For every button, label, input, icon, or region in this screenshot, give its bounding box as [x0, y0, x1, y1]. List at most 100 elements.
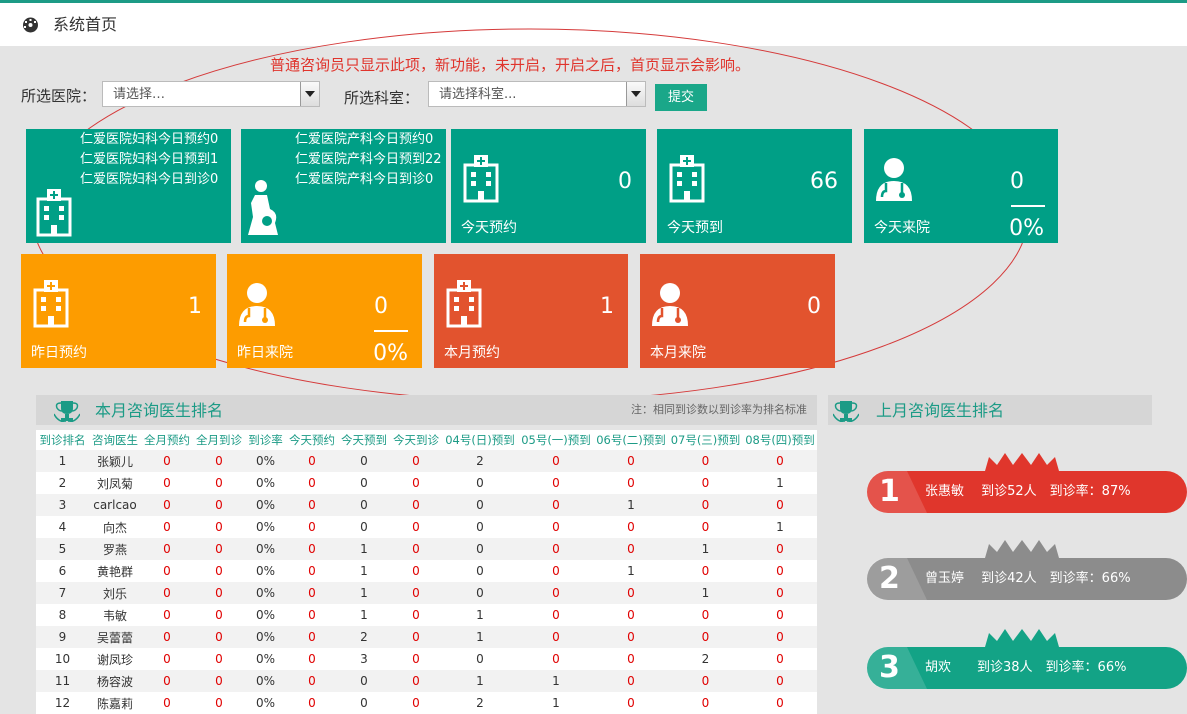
column-header: 全月预约 [141, 430, 193, 450]
tile-today-expected[interactable]: 66 今天预到 [657, 129, 852, 243]
table-cell: 0 [286, 538, 338, 560]
column-header: 咨询医生 [89, 430, 141, 450]
table-cell: 0 [193, 582, 245, 604]
table-cell: 0 [594, 516, 668, 538]
chevron-down-icon[interactable] [626, 82, 645, 106]
hospital-icon [669, 155, 705, 203]
table-cell: 0 [286, 494, 338, 516]
table-row[interactable]: 2 刘凤菊 0 0 0% 0 0 0 0 0 0 0 1 [36, 472, 817, 494]
last-rank-item-1[interactable]: 1 张惠敏 到诊52人 到诊率：87% [867, 471, 1187, 513]
tile-month-booked[interactable]: 1 本月预约 [434, 254, 628, 368]
table-cell: 11 [36, 670, 89, 692]
table-cell: 0% [245, 604, 286, 626]
table-cell: 0 [442, 560, 518, 582]
month-rank-title: 本月咨询医生排名 [95, 401, 224, 420]
table-cell: 0% [245, 692, 286, 714]
last-rank-item-3[interactable]: 3 胡欢 到诊38人 到诊率：66% [867, 647, 1187, 689]
table-cell: 0 [442, 472, 518, 494]
table-row[interactable]: 3 carlcao 0 0 0% 0 0 0 0 0 1 0 0 [36, 494, 817, 516]
submit-button[interactable]: 提交 [655, 84, 707, 111]
last-rank-title: 上月咨询医生排名 [876, 401, 1005, 420]
table-row[interactable]: 7 刘乐 0 0 0% 0 1 0 0 0 0 1 0 [36, 582, 817, 604]
table-cell: 0 [286, 670, 338, 692]
tile-gyn-today[interactable]: 仁爱医院妇科今日预约0 仁爱医院妇科今日预到1 仁爱医院妇科今日到诊0 [26, 129, 231, 243]
table-cell: 陈嘉莉 [89, 692, 141, 714]
table-cell: 0 [743, 560, 817, 582]
today-expected-value: 66 [810, 169, 838, 194]
tile-today-booked[interactable]: 0 今天预约 [451, 129, 646, 243]
yesterday-arrived-value: 0 [374, 294, 388, 319]
chevron-down-icon[interactable] [300, 82, 319, 106]
doctor-icon [876, 158, 912, 201]
table-cell: 0 [594, 604, 668, 626]
month-rank-note: 注：相同到诊数以到诊率为排名标准 [631, 403, 807, 416]
table-cell: 0% [245, 472, 286, 494]
hospital-select[interactable]: 请选择… [102, 81, 320, 107]
tile-month-arrived[interactable]: 0 本月来院 [640, 254, 835, 368]
table-row[interactable]: 11 杨容波 0 0 0% 0 0 0 1 1 0 0 0 [36, 670, 817, 692]
table-cell: 1 [518, 670, 594, 692]
gyn-line-1: 仁爱医院妇科今日预约0 [80, 132, 219, 147]
month-booked-value: 1 [600, 294, 614, 319]
table-cell: 0% [245, 516, 286, 538]
table-cell: 0 [286, 472, 338, 494]
notice-text: 普通咨询员只显示此项，新功能，未开启，开启之后，首页显示会影响。 [270, 56, 751, 74]
table-row[interactable]: 5 罗燕 0 0 0% 0 1 0 0 0 0 1 0 [36, 538, 817, 560]
yesterday-arrived-label: 昨日来院 [237, 345, 293, 361]
rank-text: 曾玉婷 到诊42人 到诊率：66% [925, 571, 1131, 586]
crown-icon [985, 540, 1059, 558]
table-cell: 3 [36, 494, 89, 516]
tile-yesterday-booked[interactable]: 1 昨日预约 [21, 254, 216, 368]
table-cell: 0 [141, 538, 193, 560]
doctor-icon [652, 283, 688, 326]
table-cell: 0% [245, 670, 286, 692]
table-cell: 0 [141, 516, 193, 538]
table-cell: 0 [743, 626, 817, 648]
last-rank-item-2[interactable]: 2 曾玉婷 到诊42人 到诊率：66% [867, 558, 1187, 600]
hospital-icon [36, 189, 72, 237]
table-cell: 黄艳群 [89, 560, 141, 582]
tile-today-arrived[interactable]: 0 0% 今天来院 [864, 129, 1058, 243]
divider [1011, 205, 1045, 207]
table-cell: 0 [668, 516, 743, 538]
table-cell: 0 [594, 450, 668, 472]
table-row[interactable]: 12 陈嘉莉 0 0 0% 0 0 0 2 1 0 0 0 [36, 692, 817, 714]
table-cell: 0% [245, 538, 286, 560]
tile-obs-today[interactable]: 仁爱医院产科今日预约0 仁爱医院产科今日预到22 仁爱医院产科今日到诊0 [241, 129, 446, 243]
table-cell: 1 [668, 538, 743, 560]
table-row[interactable]: 8 韦敏 0 0 0% 0 1 0 1 0 0 0 0 [36, 604, 817, 626]
obs-line-3: 仁爱医院产科今日到诊0 [295, 172, 434, 187]
dept-select[interactable]: 请选择科室... [428, 81, 646, 107]
table-cell: 0 [594, 582, 668, 604]
last-rank-header: 上月咨询医生排名 [828, 395, 1152, 425]
month-arrived-value: 0 [807, 294, 821, 319]
table-cell: 1 [518, 692, 594, 714]
today-arrived-pct: 0% [1009, 216, 1044, 241]
table-cell: 0 [518, 516, 594, 538]
table-cell: 2 [668, 648, 743, 670]
table-row[interactable]: 6 黄艳群 0 0 0% 0 1 0 0 0 1 0 0 [36, 560, 817, 582]
gyn-line-2: 仁爱医院妇科今日预到1 [80, 152, 219, 167]
table-cell: carlcao [89, 494, 141, 516]
table-cell: 2 [442, 692, 518, 714]
table-cell: 0 [193, 648, 245, 670]
table-cell: 0 [390, 692, 442, 714]
table-cell: 0 [338, 670, 390, 692]
rank-text: 胡欢 到诊38人 到诊率：66% [925, 660, 1127, 675]
table-cell: 1 [594, 560, 668, 582]
table-cell: 1 [594, 494, 668, 516]
table-cell: 吴蕾蕾 [89, 626, 141, 648]
table-row[interactable]: 9 吴蕾蕾 0 0 0% 0 2 0 1 0 0 0 0 [36, 626, 817, 648]
tile-yesterday-arrived[interactable]: 0 0% 昨日来院 [227, 254, 422, 368]
today-expected-label: 今天预到 [667, 220, 723, 236]
table-cell: 0 [286, 626, 338, 648]
table-row[interactable]: 10 谢凤珍 0 0 0% 0 3 0 0 0 0 2 0 [36, 648, 817, 670]
table-row[interactable]: 4 向杰 0 0 0% 0 0 0 0 0 0 0 1 [36, 516, 817, 538]
table-row[interactable]: 1 张颖儿 0 0 0% 0 0 0 2 0 0 0 0 [36, 450, 817, 472]
table-cell: 1 [442, 626, 518, 648]
table-cell: 0 [193, 626, 245, 648]
table-cell: 0 [743, 648, 817, 670]
table-cell: 0 [141, 472, 193, 494]
table-cell: 0 [668, 560, 743, 582]
table-cell: 4 [36, 516, 89, 538]
